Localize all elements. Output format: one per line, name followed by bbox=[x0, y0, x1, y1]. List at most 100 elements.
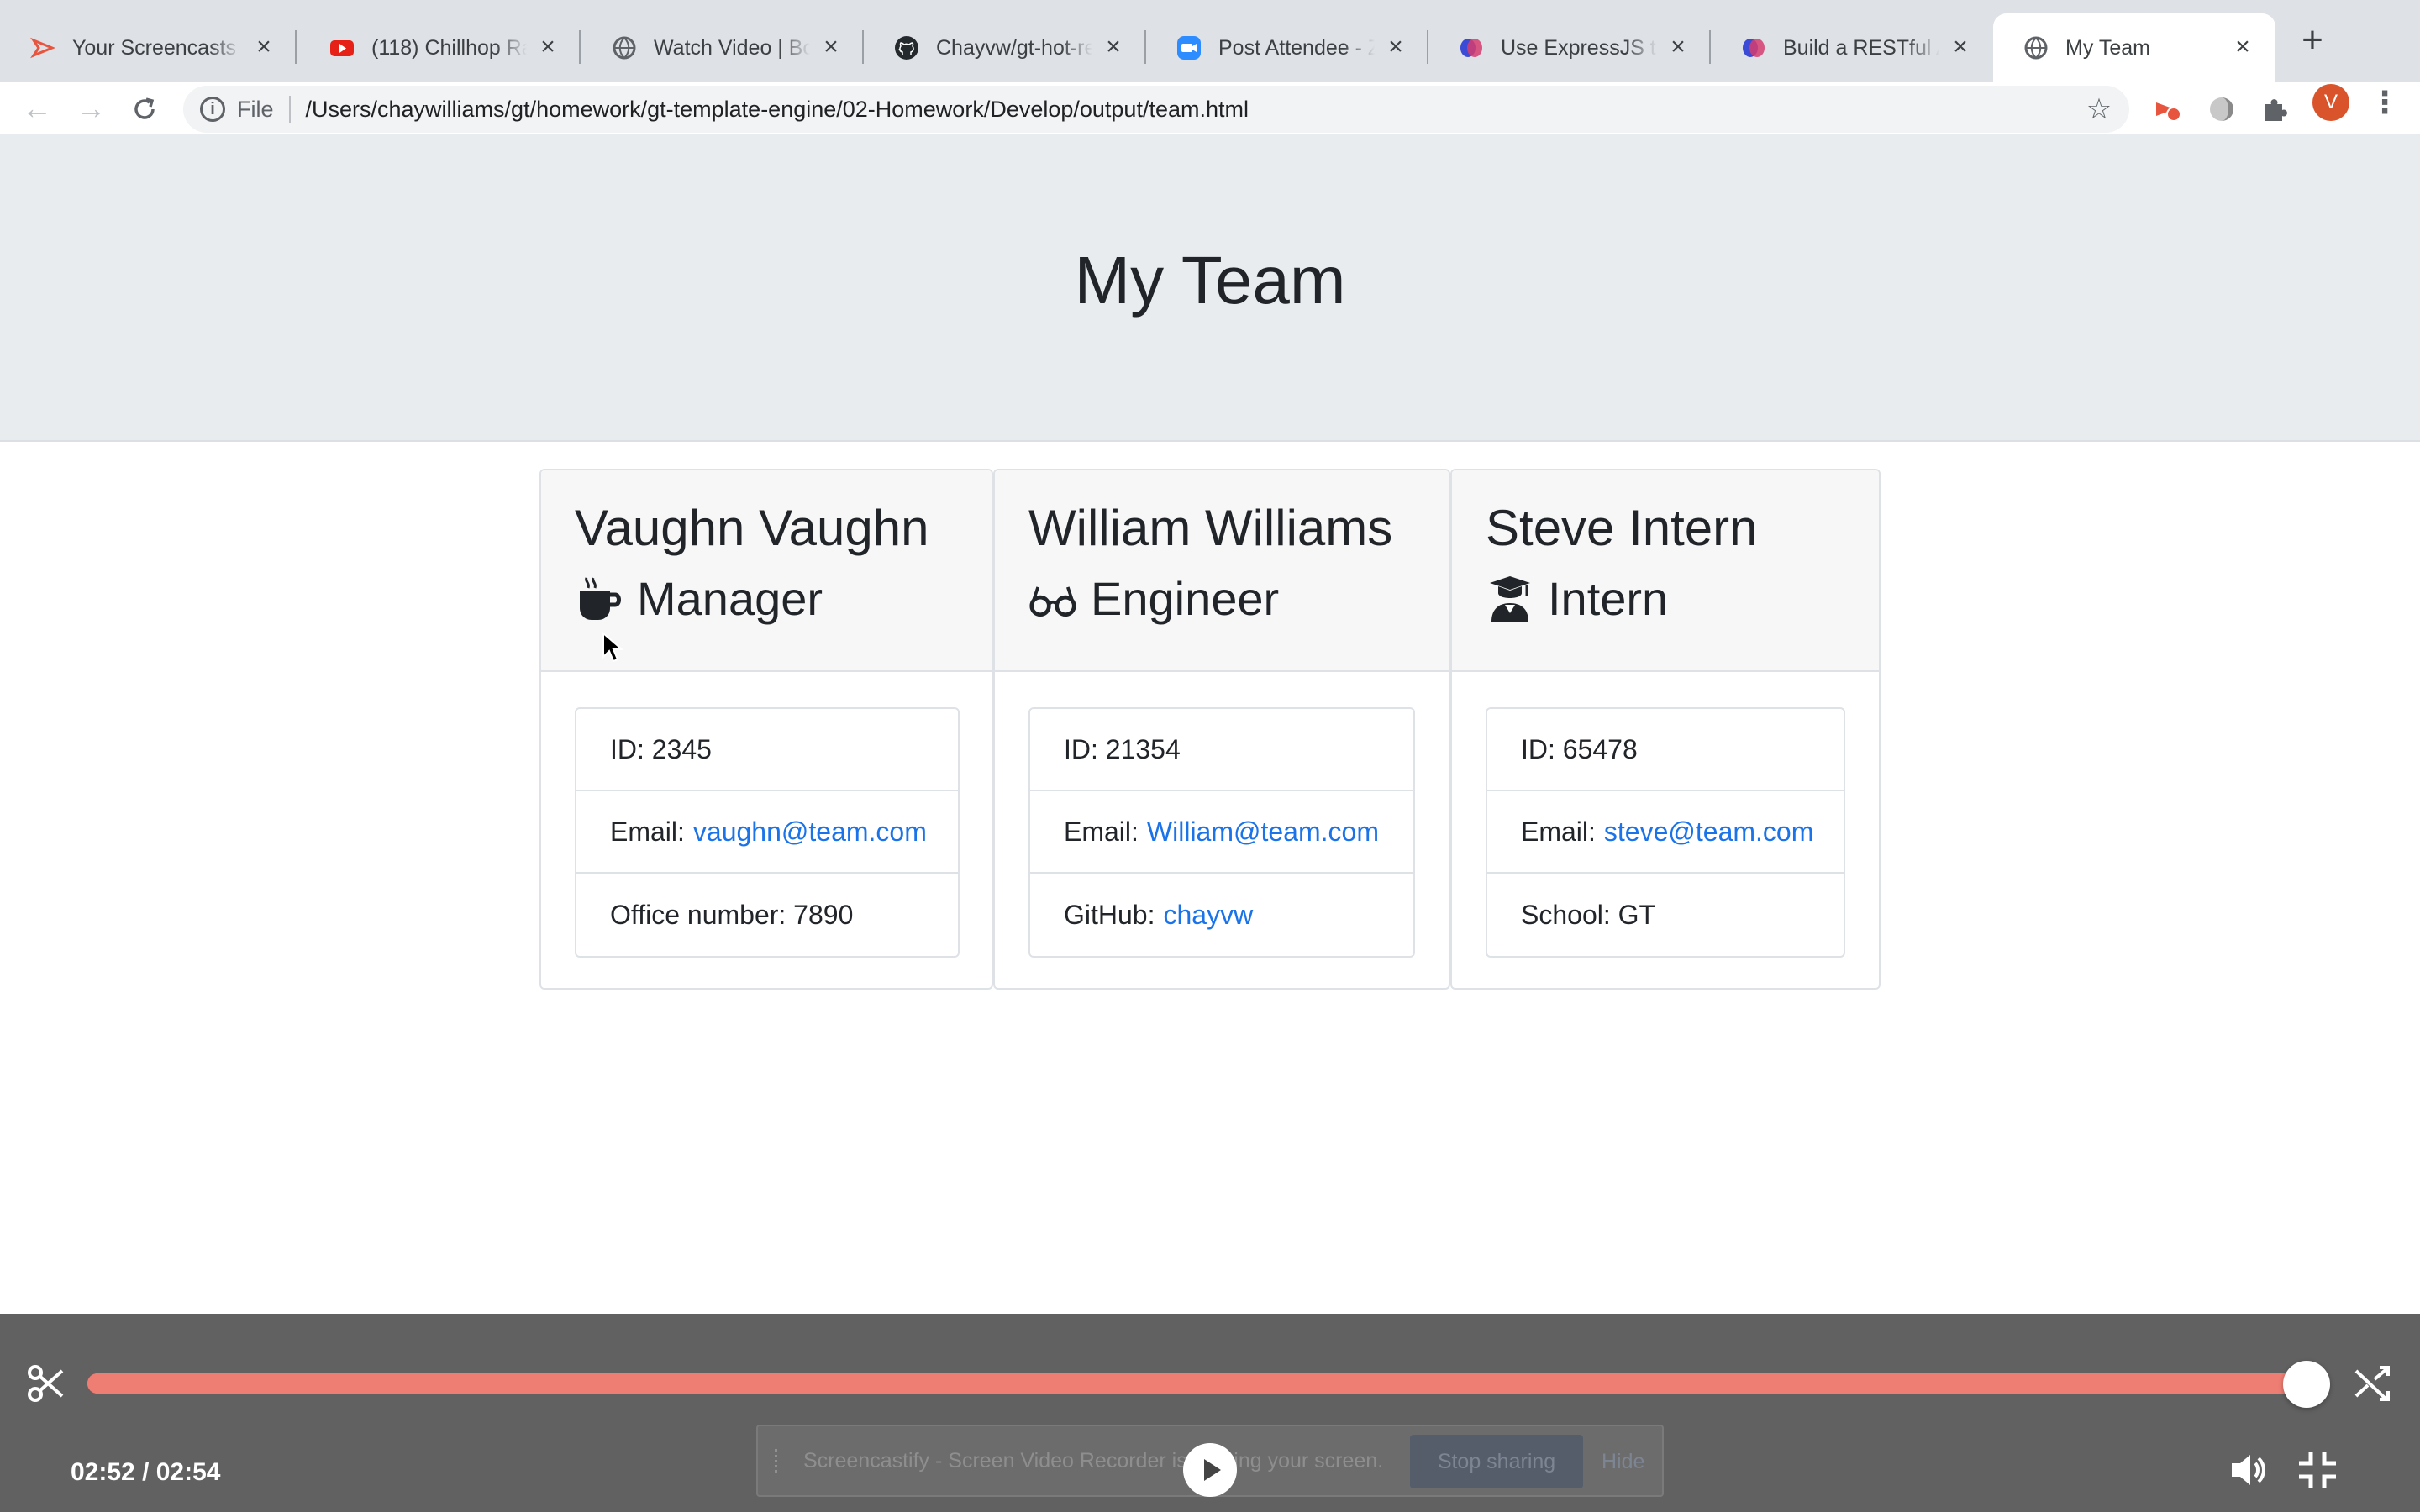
header-jumbotron: My Team bbox=[0, 134, 2420, 442]
close-icon[interactable]: × bbox=[818, 34, 844, 60]
globe-icon bbox=[612, 35, 637, 60]
hide-button[interactable]: Hide bbox=[1602, 1435, 1644, 1488]
tab-github[interactable]: Chayvw/gt-hot-restaurant × bbox=[864, 13, 1146, 82]
playback-time: 02:52 / 02:54 bbox=[71, 1458, 221, 1486]
list-item-office: Office number: 7890 bbox=[576, 874, 958, 956]
drag-handle-icon[interactable] bbox=[775, 1449, 783, 1473]
role-label: Engineer bbox=[1091, 572, 1280, 625]
exit-fullscreen-icon[interactable] bbox=[2296, 1448, 2339, 1492]
puzzle-icon[interactable] bbox=[2259, 92, 2292, 126]
progress-handle[interactable] bbox=[2283, 1361, 2331, 1408]
play-button[interactable] bbox=[1183, 1443, 1237, 1497]
url-text[interactable]: /Users/chaywilliams/gt/homework/gt-templ… bbox=[306, 97, 1249, 123]
id-value: 65478 bbox=[1562, 733, 1638, 764]
id-label: ID: bbox=[1521, 733, 1555, 764]
address-bar[interactable]: i File /Users/chaywilliams/gt/homework/g… bbox=[183, 86, 2129, 133]
tab-screencasts[interactable]: Your Screencasts × bbox=[0, 13, 297, 82]
more-menu-icon[interactable]: ⋮ bbox=[2370, 87, 2400, 121]
email-label: Email: bbox=[1064, 816, 1139, 847]
reload-button[interactable] bbox=[128, 92, 161, 126]
tab-title: Watch Video | Bootcamp bbox=[654, 35, 810, 60]
screencastify-icon bbox=[30, 35, 55, 60]
youtube-icon bbox=[329, 35, 355, 60]
extension-icon[interactable] bbox=[2205, 92, 2238, 126]
email-label: Email: bbox=[610, 816, 685, 847]
back-button[interactable]: ← bbox=[20, 92, 54, 126]
tab-restful-api[interactable]: Build a RESTful API × bbox=[1711, 13, 1993, 82]
details-list: ID: 21354 Email: William@team.com GitHub:… bbox=[1028, 707, 1415, 958]
info-icon[interactable]: i bbox=[200, 97, 225, 122]
email-link[interactable]: steve@team.com bbox=[1604, 816, 1813, 848]
email-link[interactable]: vaughn@team.com bbox=[693, 816, 927, 848]
page-title: My Team bbox=[1074, 243, 1346, 318]
volume-icon[interactable] bbox=[2227, 1448, 2270, 1492]
close-icon[interactable]: × bbox=[1948, 34, 1973, 60]
close-icon[interactable]: × bbox=[251, 34, 276, 60]
tab-title: My Team bbox=[2065, 35, 2150, 60]
list-item-email: Email: steve@team.com bbox=[1487, 791, 1844, 874]
id-label: ID: bbox=[610, 733, 644, 764]
employee-card-manager: Vaughn Vaughn Manager ID: 2345 Email: vau… bbox=[539, 469, 993, 990]
id-value: 21354 bbox=[1105, 733, 1181, 764]
employee-name: Vaughn Vaughn bbox=[575, 500, 929, 556]
screencastify-extension-icon[interactable] bbox=[2149, 92, 2183, 126]
zoom-icon bbox=[1176, 35, 1202, 60]
close-icon[interactable]: × bbox=[1383, 34, 1408, 60]
glasses-icon bbox=[1028, 575, 1077, 623]
school-label: School: bbox=[1521, 899, 1611, 930]
office-label: Office number: bbox=[610, 899, 786, 930]
employee-card-intern: Steve Intern Intern ID: 65478 Email: stev… bbox=[1450, 469, 1881, 990]
tab-chillhop[interactable]: (118) Chillhop Radio × bbox=[299, 13, 581, 82]
list-item-id: ID: 65478 bbox=[1487, 709, 1844, 791]
mouse-cursor-icon bbox=[602, 631, 627, 665]
list-item-email: Email: William@team.com bbox=[1030, 791, 1413, 874]
github-icon bbox=[894, 35, 919, 60]
divider bbox=[288, 96, 291, 123]
tab-title: Your Screencasts bbox=[72, 35, 237, 60]
tab-expressjs[interactable]: Use ExpressJS to × bbox=[1428, 13, 1711, 82]
tab-zoom[interactable]: Post Attendee - Zoom × bbox=[1146, 13, 1428, 82]
tab-separator bbox=[295, 30, 297, 64]
close-icon[interactable]: × bbox=[1665, 34, 1691, 60]
tab-watch-video[interactable]: Watch Video | Bootcamp × bbox=[581, 13, 864, 82]
role-label: Intern bbox=[1548, 572, 1669, 625]
id-label: ID: bbox=[1064, 733, 1098, 764]
new-tab-button[interactable]: + bbox=[2296, 22, 2329, 60]
forward-button[interactable]: → bbox=[74, 92, 108, 126]
stop-sharing-button[interactable]: Stop sharing bbox=[1410, 1435, 1583, 1488]
shuffle-icon[interactable] bbox=[2353, 1362, 2395, 1404]
app-icon bbox=[1741, 35, 1766, 60]
list-item-github: GitHub: chayvw bbox=[1030, 874, 1413, 956]
list-item-email: Email: vaughn@team.com bbox=[576, 791, 958, 874]
close-icon[interactable]: × bbox=[1101, 34, 1126, 60]
reload-icon bbox=[134, 97, 155, 119]
app-icon bbox=[1459, 35, 1484, 60]
school-value: GT bbox=[1618, 899, 1656, 930]
card-header: Steve Intern Intern bbox=[1452, 470, 1879, 672]
github-link[interactable]: chayvw bbox=[1163, 900, 1253, 931]
scissors-icon[interactable] bbox=[25, 1362, 67, 1404]
email-link[interactable]: William@team.com bbox=[1147, 816, 1379, 848]
email-label: Email: bbox=[1521, 816, 1596, 847]
bookmark-star-icon[interactable]: ☆ bbox=[2082, 92, 2116, 126]
share-message: Screencastify - Screen Video Recorder is… bbox=[803, 1448, 1384, 1473]
tab-title: Use ExpressJS to bbox=[1501, 35, 1657, 60]
employee-role: Engineer bbox=[1028, 571, 1279, 626]
employee-name: William Williams bbox=[1028, 500, 1393, 556]
tab-my-team[interactable]: My Team × bbox=[1993, 13, 2275, 82]
card-header: William Williams Engineer bbox=[995, 470, 1449, 672]
role-label: Manager bbox=[637, 572, 823, 625]
close-icon[interactable]: × bbox=[2230, 34, 2255, 60]
github-label: GitHub: bbox=[1064, 899, 1155, 930]
tab-separator bbox=[579, 30, 581, 64]
graduate-icon bbox=[1486, 575, 1534, 623]
progress-track[interactable] bbox=[87, 1373, 2329, 1394]
employee-name: Steve Intern bbox=[1486, 500, 1758, 556]
tab-title: (118) Chillhop Radio bbox=[371, 35, 527, 60]
url-scheme: File bbox=[237, 96, 274, 122]
list-item-school: School: GT bbox=[1487, 874, 1844, 956]
close-icon[interactable]: × bbox=[535, 34, 560, 60]
profile-avatar[interactable]: V bbox=[2312, 84, 2349, 121]
mug-icon bbox=[575, 575, 623, 623]
employee-role: Manager bbox=[575, 571, 823, 626]
